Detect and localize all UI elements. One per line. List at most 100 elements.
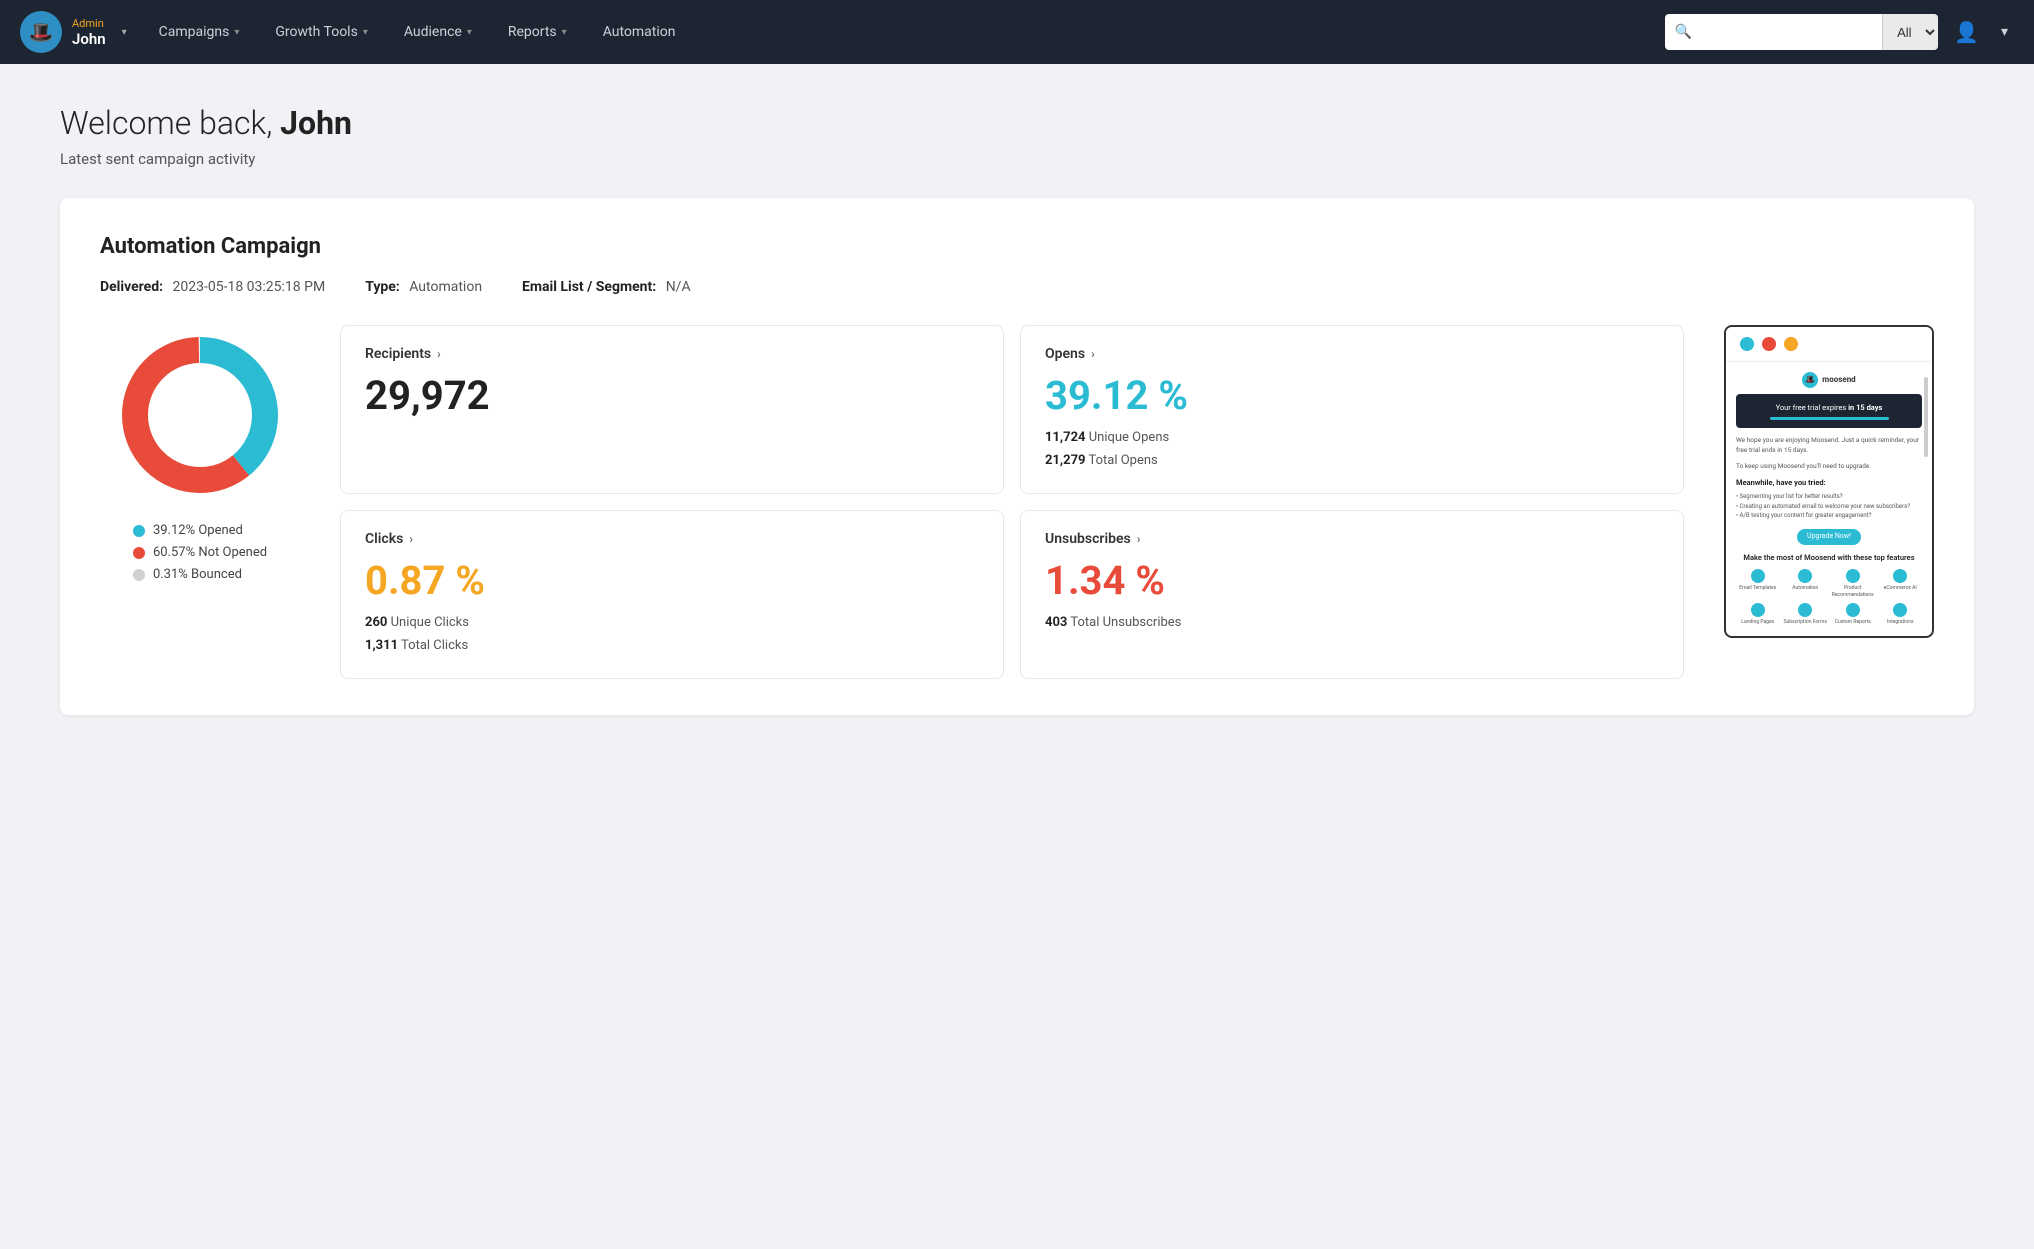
legend-label-not-opened: 60.57% Not Opened	[153, 545, 267, 560]
nav-label-campaigns: Campaigns	[159, 24, 230, 40]
preview-icon-landing-pages: Landing Pages	[1736, 603, 1780, 626]
preview-icon-ecommerce-ai-circle	[1893, 569, 1907, 583]
nav-brand[interactable]: 🎩 Admin John ▾	[20, 11, 127, 53]
opens-details: 11,724 Unique Opens 21,279 Total Opens	[1045, 426, 1659, 473]
welcome-title: Welcome back, John	[60, 104, 1974, 142]
clicks-header[interactable]: Clicks ›	[365, 531, 979, 547]
legend-not-opened: 60.57% Not Opened	[133, 545, 267, 560]
nav-label-audience: Audience	[404, 24, 462, 40]
opens-total-label: Total Opens	[1088, 453, 1157, 468]
nav-item-campaigns[interactable]: Campaigns ▾	[143, 16, 256, 48]
unsubscribes-details: 403 Total Unsubscribes	[1045, 611, 1659, 634]
delivered-value: 2023-05-18 03:25:18 PM	[173, 279, 326, 295]
preview-dot-yellow	[1784, 337, 1798, 351]
recipients-header[interactable]: Recipients ›	[365, 346, 979, 362]
opens-unique-value: 11,724	[1045, 430, 1086, 445]
preview-logo-text: moosend	[1822, 374, 1855, 385]
preview-list: • Segmenting your list for better result…	[1736, 492, 1922, 521]
clicks-details: 260 Unique Clicks 1,311 Total Clicks	[365, 611, 979, 658]
donut-chart	[110, 325, 290, 505]
clicks-unique-value: 260	[365, 615, 387, 630]
legend-label-bounced: 0.31% Bounced	[153, 567, 242, 582]
nav-user-dropdown-arrow[interactable]: ▾	[122, 27, 127, 38]
legend-label-opened: 39.12% Opened	[153, 523, 243, 538]
nav-item-automation[interactable]: Automation	[587, 16, 692, 48]
donut-legend: 39.12% Opened 60.57% Not Opened 0.31% Bo…	[133, 523, 267, 582]
preview-icon-product-rec-label: Product Recommendations	[1831, 585, 1875, 599]
unsubscribes-pct: 1.34 %	[1045, 561, 1659, 601]
unsubscribes-label: Unsubscribes	[1045, 531, 1131, 547]
type-label: Type:	[365, 279, 400, 295]
preview-icon-landing-pages-circle	[1751, 603, 1765, 617]
preview-meanwhile: Meanwhile, have you tried:	[1736, 478, 1922, 489]
preview-list-item-3: • A/B testing your content for greater e…	[1736, 511, 1922, 521]
nav-user-dropdown-icon[interactable]: ▾	[1995, 24, 2014, 40]
preview-para1: We hope you are enjoying Moosend. Just a…	[1736, 436, 1922, 456]
welcome-prefix: Welcome back,	[60, 104, 280, 142]
user-profile-icon[interactable]: 👤	[1948, 20, 1985, 44]
nav-campaigns-arrow: ▾	[234, 27, 239, 38]
opens-pct: 39.12 %	[1045, 376, 1659, 416]
campaign-meta: Delivered: 2023-05-18 03:25:18 PM Type: …	[100, 279, 1934, 295]
unsubscribes-header[interactable]: Unsubscribes ›	[1045, 531, 1659, 547]
search-input[interactable]	[1702, 25, 1882, 40]
nav-item-reports[interactable]: Reports ▾	[492, 16, 583, 48]
opens-unique-label: Unique Opens	[1089, 430, 1169, 445]
recipients-value: 29,972	[365, 376, 979, 416]
search-box[interactable]: 🔍 All	[1665, 14, 1938, 50]
opens-header[interactable]: Opens ›	[1045, 346, 1659, 362]
preview-icon-ecommerce-ai-label: eCommerce AI	[1884, 585, 1917, 592]
unsubscribes-chevron: ›	[1137, 532, 1141, 546]
nav-growth-tools-arrow: ▾	[363, 27, 368, 38]
nav-items: Campaigns ▾ Growth Tools ▾ Audience ▾ Re…	[143, 16, 1665, 48]
preview-icon-automation-circle	[1798, 569, 1812, 583]
preview-icon-email-templates: Email Templates	[1736, 569, 1780, 599]
campaign-card: Automation Campaign Delivered: 2023-05-1…	[60, 198, 1974, 715]
search-filter-select[interactable]: All	[1882, 14, 1938, 50]
preview-icon-ecommerce-ai: eCommerce AI	[1879, 569, 1923, 599]
email-preview: 🎩 moosend Your free trial expires in 15 …	[1724, 325, 1934, 638]
preview-upgrade-btn[interactable]: Upgrade Now!	[1797, 529, 1861, 545]
nav-item-growth-tools[interactable]: Growth Tools ▾	[259, 16, 383, 48]
main-content: Welcome back, John Latest sent campaign …	[0, 64, 2034, 755]
clicks-chevron: ›	[409, 532, 413, 546]
preview-list-item-2: • Creating an automated email to welcome…	[1736, 502, 1922, 512]
legend-dot-opened	[133, 525, 145, 537]
legend-opened: 39.12% Opened	[133, 523, 267, 538]
legend-bounced: 0.31% Bounced	[133, 567, 267, 582]
nav-right: 🔍 All 👤 ▾	[1665, 14, 2014, 50]
opens-total-value: 21,279	[1045, 453, 1086, 468]
nav-item-audience[interactable]: Audience ▾	[388, 16, 488, 48]
stat-card-unsubscribes: Unsubscribes › 1.34 % 403 Total Unsubscr…	[1020, 510, 1684, 679]
search-icon: 🔍	[1665, 24, 1702, 40]
preview-icon-product-rec: Product Recommendations	[1831, 569, 1875, 599]
preview-email-body: 🎩 moosend Your free trial expires in 15 …	[1726, 362, 1932, 636]
preview-icon-sub-forms-label: Subscription Forms	[1784, 619, 1827, 626]
preview-logo: 🎩 moosend	[1736, 372, 1922, 388]
preview-para2: To keep using Moosend you'll need to upg…	[1736, 462, 1922, 472]
clicks-total-value: 1,311	[365, 638, 398, 653]
clicks-label: Clicks	[365, 531, 403, 547]
preview-icon-email-templates-circle	[1751, 569, 1765, 583]
preview-logo-icon: 🎩	[1802, 372, 1818, 388]
nav-role: Admin	[72, 17, 106, 30]
recipients-label: Recipients	[365, 346, 431, 362]
preview-features-title: Make the most of Moosend with these top …	[1736, 553, 1922, 564]
preview-banner: Your free trial expires in 15 days	[1736, 394, 1922, 428]
preview-icon-automation-label: Automation	[1792, 585, 1818, 592]
nav-user-info: Admin John	[72, 17, 106, 48]
legend-dot-bounced	[133, 569, 145, 581]
preview-icon-integrations-circle	[1893, 603, 1907, 617]
opens-chevron: ›	[1091, 347, 1095, 361]
donut-chart-wrap: 39.12% Opened 60.57% Not Opened 0.31% Bo…	[100, 325, 300, 582]
stat-card-clicks: Clicks › 0.87 % 260 Unique Clicks 1,311 …	[340, 510, 1004, 679]
preview-icon-integrations-label: Integrations	[1887, 619, 1914, 626]
unsubscribes-total-value: 403	[1045, 615, 1067, 630]
clicks-pct: 0.87 %	[365, 561, 979, 601]
type-meta: Type: Automation	[365, 279, 482, 295]
nav-label-automation: Automation	[603, 24, 676, 40]
preview-icon-landing-pages-label: Landing Pages	[1741, 619, 1774, 626]
preview-icon-product-rec-circle	[1846, 569, 1860, 583]
preview-titlebar	[1726, 327, 1932, 362]
navbar: 🎩 Admin John ▾ Campaigns ▾ Growth Tools …	[0, 0, 2034, 64]
